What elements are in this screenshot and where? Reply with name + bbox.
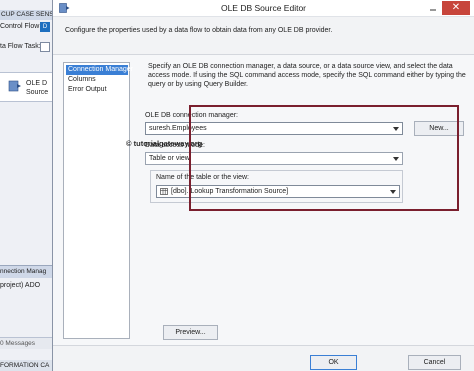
nav-item-columns[interactable]: Columns xyxy=(66,75,96,85)
connection-managers-header: nnection Manag xyxy=(0,265,52,278)
page-description: Specify an OLE DB connection manager, a … xyxy=(148,63,466,88)
ok-button[interactable]: OK xyxy=(310,355,357,370)
ole-db-source-editor-dialog: OLE DB Source Editor ✕ Configure the pro… xyxy=(52,0,474,371)
designer-tab[interactable]: CUP CASE SENSIT xyxy=(0,10,52,20)
nav-item-error-output[interactable]: Error Output xyxy=(66,85,107,95)
data-flow-task-dropdown[interactable] xyxy=(40,42,50,52)
title-bar[interactable]: OLE DB Source Editor ✕ xyxy=(53,0,474,17)
ole-db-source-icon xyxy=(8,80,21,92)
nav-item-connection-manager[interactable]: Connection Manager xyxy=(66,65,133,75)
control-flow-label[interactable]: Control Flow xyxy=(0,23,39,30)
access-mode-value: Table or view xyxy=(149,155,190,162)
dialog-footer: OK Cancel xyxy=(53,345,474,371)
data-flow-task-label: ta Flow Task: xyxy=(0,43,41,50)
header-description: Configure the properties used by a data … xyxy=(65,27,333,34)
table-icon xyxy=(160,188,168,195)
minimize-icon[interactable] xyxy=(426,2,440,14)
cancel-button[interactable]: Cancel xyxy=(408,355,461,370)
background-designer: CUP CASE SENSIT Control Flow D ta Flow T… xyxy=(0,0,52,371)
control-flow-badge: D xyxy=(40,22,50,32)
connection-manager-item[interactable]: project) ADO xyxy=(0,282,40,289)
dialog-header: Configure the properties used by a data … xyxy=(53,17,474,55)
ole-db-source-name-line2: Source xyxy=(26,89,49,96)
copyright-symbol: © xyxy=(126,139,132,148)
dialog-title: OLE DB Source Editor xyxy=(220,3,307,13)
close-button[interactable]: ✕ xyxy=(442,1,470,15)
messages-tab[interactable]: 0 Messages xyxy=(0,337,52,349)
highlight-box xyxy=(189,105,459,211)
preview-button[interactable]: Preview... xyxy=(163,325,218,340)
page-navigation-list: Connection Manager Columns Error Output xyxy=(63,62,133,339)
info-bar: FORMATION CA xyxy=(0,360,52,371)
ole-db-source-name-line1: OLE D xyxy=(26,80,48,87)
